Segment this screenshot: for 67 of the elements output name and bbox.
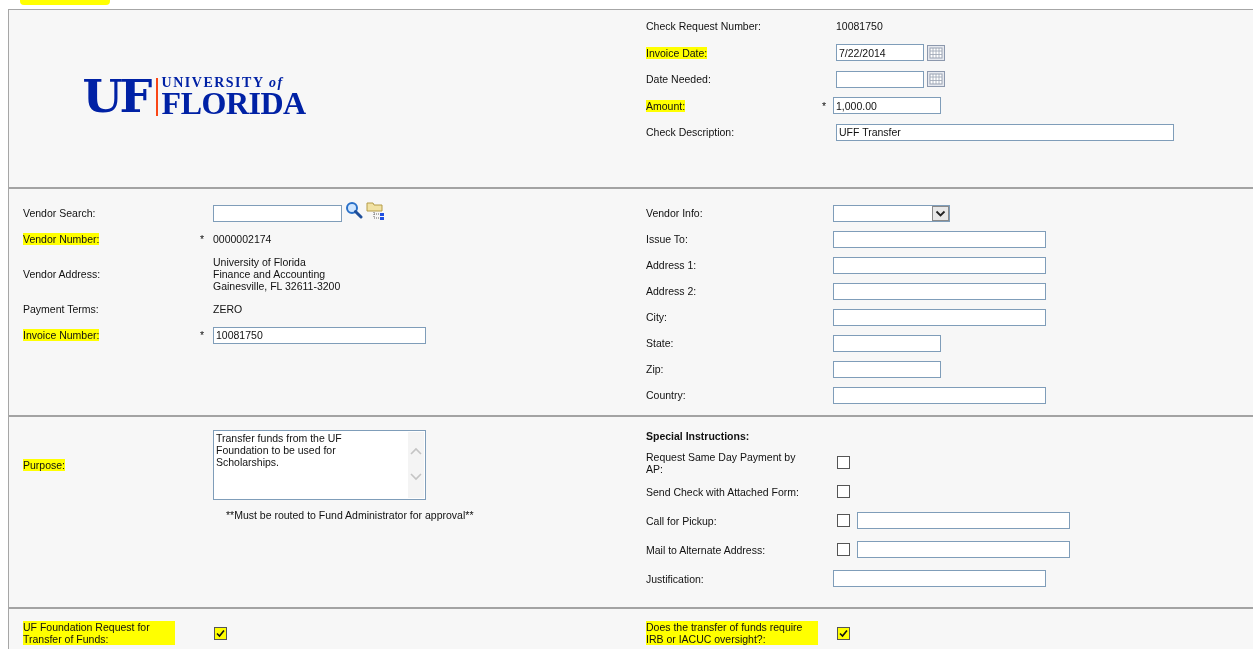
checkbox[interactable] <box>837 626 850 640</box>
field-label: Vendor Search: <box>23 207 96 219</box>
input-field[interactable] <box>833 570 1046 587</box>
field-label: Address 1: <box>646 259 697 271</box>
routing-note: **Must be routed to Fund Administrator for approval** <box>225 509 474 521</box>
checkbox[interactable] <box>214 626 227 640</box>
checkbox[interactable] <box>837 514 850 527</box>
input-field[interactable] <box>833 308 1046 326</box>
required-mark: * <box>822 99 828 112</box>
input-field[interactable] <box>833 256 1046 274</box>
input-field[interactable] <box>836 70 924 88</box>
text-area[interactable]: Transfer funds from the UF Foundation to be used for Scholarships. <box>213 430 426 500</box>
field-label: Amount: <box>646 99 686 112</box>
input-field[interactable] <box>833 360 941 378</box>
calendar-icon[interactable] <box>927 44 945 61</box>
field-value: ZERO <box>213 303 243 315</box>
field-label: Vendor Number: <box>23 233 100 245</box>
field-label: Invoice Number: <box>23 329 100 341</box>
calendar-icon[interactable] <box>927 71 945 88</box>
checkbox[interactable] <box>837 456 850 469</box>
field-label: Payment Terms: <box>23 303 99 315</box>
folder-tree-icon[interactable] <box>366 200 386 220</box>
required-mark: * <box>200 329 206 341</box>
logo-monogram: UF <box>82 78 150 116</box>
checkbox[interactable] <box>837 485 850 498</box>
input-field[interactable]: 1,000.00 <box>833 97 941 115</box>
input-field[interactable]: UFF Transfer <box>836 123 1174 141</box>
required-mark: * <box>200 233 206 245</box>
input-field[interactable]: 7/22/2014 <box>836 44 924 62</box>
scrollbar-arrows-icon[interactable] <box>408 432 424 498</box>
input-field[interactable]: 10081750 <box>213 326 426 344</box>
field-label: Vendor Address: <box>23 268 101 280</box>
field-label: Justification: <box>646 572 704 585</box>
field-label: Purpose: <box>23 459 66 471</box>
field-label: Call for Pickup: <box>646 514 717 527</box>
field-label: State: <box>646 337 674 349</box>
field-label: Check Request Number: <box>646 20 761 33</box>
input-field[interactable] <box>833 386 1046 404</box>
input-field[interactable] <box>857 512 1070 529</box>
field-label: Does the transfer of funds require IRB or IACUC oversight?: <box>646 621 818 645</box>
search-icon[interactable] <box>345 201 363 219</box>
field-label: Date Needed: <box>646 73 711 86</box>
field-label: City: <box>646 311 667 323</box>
caret-icon[interactable] <box>932 205 949 221</box>
section-heading: Special Instructions: <box>646 430 750 442</box>
field-label: Country: <box>646 389 686 401</box>
field-label: UF Foundation Request for Transfer of Funds: <box>23 621 175 645</box>
logo-wordmark: FLORIDA <box>161 90 306 116</box>
input-field[interactable] <box>213 204 342 222</box>
input-field[interactable] <box>857 541 1070 558</box>
checkbox[interactable] <box>837 543 850 556</box>
field-label: Send Check with Attached Form: <box>646 485 799 498</box>
logo-wordmark-top: UNIVERSITY of <box>161 76 285 90</box>
field-label: Invoice Date: <box>646 46 708 59</box>
field-label: Address 2: <box>646 285 697 297</box>
input-field[interactable] <box>833 334 941 352</box>
field-label: Check Description: <box>646 126 735 139</box>
field-value: 0000002174 <box>213 233 272 245</box>
input-field[interactable] <box>833 230 1046 248</box>
field-label: Mail to Alternate Address: <box>646 543 766 556</box>
field-label: Vendor Info: <box>646 207 703 219</box>
vendor-address: University of Florida Finance and Accounting Gainesville, FL 32611-3200 <box>213 256 341 292</box>
field-label: Request Same Day Payment by AP: <box>646 450 797 475</box>
field-label: Zip: <box>646 363 664 375</box>
field-label: Issue To: <box>646 233 688 245</box>
field-value: 10081750 <box>836 20 883 33</box>
input-field[interactable] <box>833 282 1046 300</box>
